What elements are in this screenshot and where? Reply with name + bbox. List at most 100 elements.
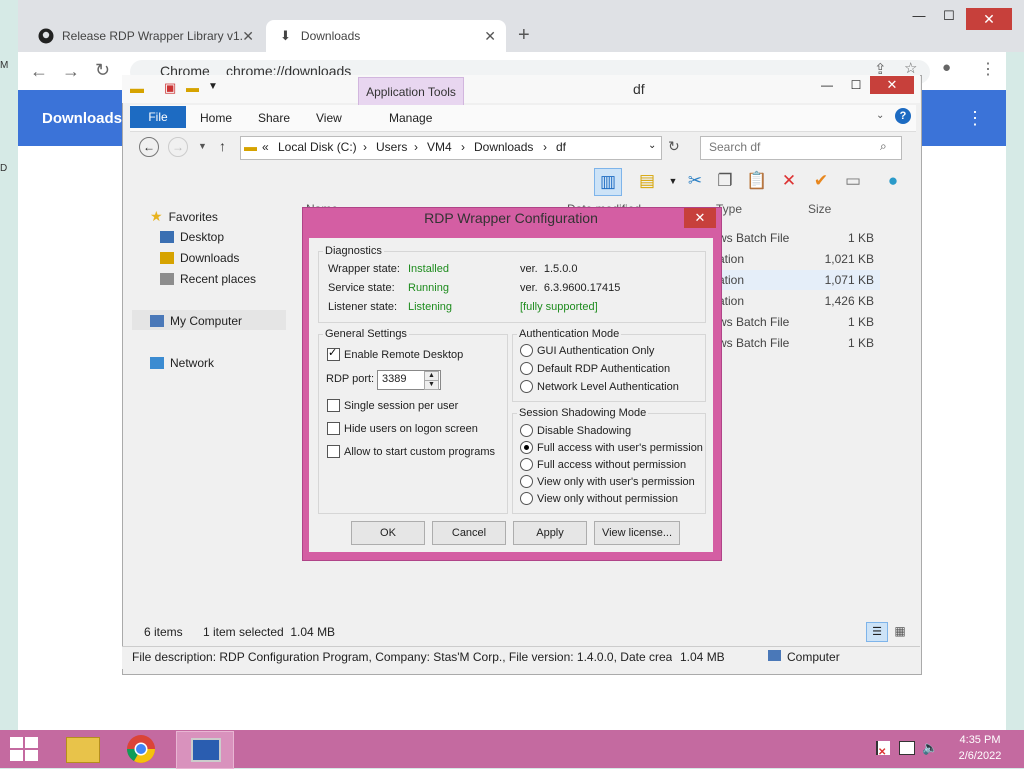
shadow-disable-radio[interactable]: Disable Shadowing	[520, 424, 631, 437]
breadcrumb-users[interactable]: Users	[376, 140, 407, 154]
expand-ribbon-icon[interactable]: ⌄	[876, 110, 884, 121]
forward-icon[interactable]: →	[62, 61, 80, 82]
checkbox-checked[interactable]	[327, 346, 340, 361]
taskbar-chrome[interactable]	[114, 731, 170, 767]
breadcrumb-local-disk[interactable]: Local Disk (C:)	[278, 140, 357, 154]
file-row[interactable]: ws Batch File 1 KB	[718, 228, 880, 248]
search-icon[interactable]: ⌕	[880, 139, 887, 154]
file-row[interactable]: ation 1,021 KB	[718, 249, 880, 269]
maximize-icon[interactable]: ☐	[932, 8, 966, 24]
minimize-icon[interactable]: —	[814, 78, 840, 92]
reload-icon[interactable]: ↻	[95, 60, 110, 81]
tab-file[interactable]: File	[130, 106, 186, 128]
new-tab-button[interactable]: +	[518, 24, 530, 47]
close-window-button[interactable]: ✕	[966, 8, 1012, 30]
custom-programs-checkbox[interactable]: Allow to start custom programs	[327, 445, 495, 458]
shadow-view-with-permission-radio[interactable]: View only with user's permission	[520, 475, 695, 488]
nav-my-computer[interactable]: My Computer	[150, 314, 242, 328]
globe-icon[interactable]: ●	[880, 168, 906, 194]
forward-icon[interactable]: →	[168, 137, 188, 157]
auth-default-rdp-radio[interactable]: Default RDP Authentication	[520, 362, 670, 375]
radio-unselected[interactable]	[520, 458, 533, 471]
close-tab-icon[interactable]: ✕	[242, 28, 254, 45]
network-tray-icon[interactable]	[899, 741, 915, 755]
single-session-checkbox[interactable]: Single session per user	[327, 399, 458, 412]
delete-icon[interactable]: ✕	[776, 168, 802, 194]
tab-view[interactable]: View	[316, 111, 342, 125]
auth-gui-only-radio[interactable]: GUI Authentication Only	[520, 344, 654, 357]
column-size[interactable]: Size	[808, 202, 831, 216]
minimize-icon[interactable]: —	[902, 8, 936, 23]
copy-icon[interactable]: ❐	[712, 168, 738, 194]
file-row[interactable]: ws Batch File 1 KB	[718, 312, 880, 332]
shadow-view-without-permission-radio[interactable]: View only without permission	[520, 492, 678, 505]
hide-users-checkbox[interactable]: Hide users on logon screen	[327, 422, 478, 435]
back-icon[interactable]: ←	[139, 137, 159, 157]
windows-start-icon[interactable]	[10, 737, 38, 761]
volume-muted-icon[interactable]: 🔈	[922, 740, 938, 756]
tab-downloads[interactable]: ⬇ Downloads ✕	[266, 20, 506, 52]
radio-selected[interactable]	[520, 441, 533, 454]
breadcrumb-overflow[interactable]: «	[262, 140, 269, 154]
close-dialog-button[interactable]: ✕	[684, 208, 716, 228]
file-row[interactable]: ws Batch File 1 KB	[718, 333, 880, 353]
port-down-icon[interactable]: ▼	[424, 380, 439, 390]
clock-time[interactable]: 4:35 PM	[955, 734, 1005, 746]
tab-home[interactable]: Home	[200, 111, 232, 125]
nav-desktop[interactable]: Desktop	[160, 230, 224, 244]
radio-unselected[interactable]	[520, 380, 533, 393]
file-row[interactable]: ation 1,426 KB	[718, 291, 880, 311]
close-tab-icon[interactable]: ✕	[484, 28, 496, 45]
recent-locations-icon[interactable]: ▼	[198, 141, 207, 151]
quick-access-dropdown-icon[interactable]: ▼	[208, 81, 218, 92]
chrome-menu-icon[interactable]: ⋮	[980, 59, 996, 79]
auth-nla-radio[interactable]: Network Level Authentication	[520, 380, 679, 393]
radio-unselected[interactable]	[520, 492, 533, 505]
help-icon[interactable]: ?	[895, 108, 911, 124]
breadcrumb-downloads[interactable]: Downloads	[474, 140, 533, 154]
taskbar-file-explorer[interactable]	[54, 731, 110, 767]
application-tools-tab[interactable]: Application Tools	[358, 77, 464, 107]
checkmark-icon[interactable]: ✔	[808, 168, 834, 194]
nav-favorites[interactable]: ★ Favorites	[150, 208, 218, 225]
checkbox-unchecked[interactable]	[327, 445, 340, 458]
rename-icon[interactable]: ▭	[840, 168, 866, 194]
nav-recent-places[interactable]: Recent places	[160, 272, 256, 286]
cut-icon[interactable]: ✂	[682, 168, 708, 194]
paste-icon[interactable]: 📋	[744, 168, 770, 194]
preview-pane-icon[interactable]: ▥	[594, 168, 622, 196]
radio-unselected[interactable]	[520, 475, 533, 488]
file-row-selected[interactable]: ation 1,071 KB	[718, 270, 880, 290]
address-dropdown-icon[interactable]: ⌄	[648, 140, 656, 151]
downloads-menu-icon[interactable]: ⋮	[966, 108, 984, 129]
enable-remote-desktop-checkbox[interactable]: Enable Remote Desktop	[327, 346, 463, 361]
back-icon[interactable]: ←	[30, 61, 48, 82]
large-icons-view-icon[interactable]: ▦	[890, 622, 910, 640]
shadow-full-with-permission-radio[interactable]: Full access with user's permission	[520, 441, 703, 454]
tab-manage[interactable]: Manage	[389, 111, 432, 125]
view-license-button[interactable]: View license...	[594, 521, 680, 545]
close-window-button[interactable]: ✕	[870, 76, 914, 94]
taskbar-rdpconf[interactable]	[176, 731, 234, 769]
radio-unselected[interactable]	[520, 344, 533, 357]
up-icon[interactable]: ↑	[219, 138, 226, 154]
shadow-full-without-permission-radio[interactable]: Full access without permission	[520, 458, 686, 471]
folder-options-icon[interactable]: ▤	[634, 168, 660, 194]
profile-icon[interactable]: ●	[942, 59, 951, 76]
checkbox-unchecked[interactable]	[327, 399, 340, 412]
details-view-icon[interactable]: ☰	[866, 622, 888, 642]
cancel-button[interactable]: Cancel	[432, 521, 506, 545]
apply-button[interactable]: Apply	[513, 521, 587, 545]
breadcrumb-vm4[interactable]: VM4	[427, 140, 452, 154]
checkbox-unchecked[interactable]	[327, 422, 340, 435]
maximize-icon[interactable]: ☐	[843, 78, 869, 92]
radio-unselected[interactable]	[520, 424, 533, 437]
nav-downloads[interactable]: Downloads	[160, 251, 239, 265]
properties-icon[interactable]: ▣	[164, 80, 176, 96]
ok-button[interactable]: OK	[351, 521, 425, 545]
tab-share[interactable]: Share	[258, 111, 290, 125]
breadcrumb-df[interactable]: df	[556, 140, 566, 154]
clock-date[interactable]: 2/6/2022	[955, 750, 1005, 762]
nav-network[interactable]: Network	[150, 356, 214, 370]
radio-unselected[interactable]	[520, 362, 533, 375]
